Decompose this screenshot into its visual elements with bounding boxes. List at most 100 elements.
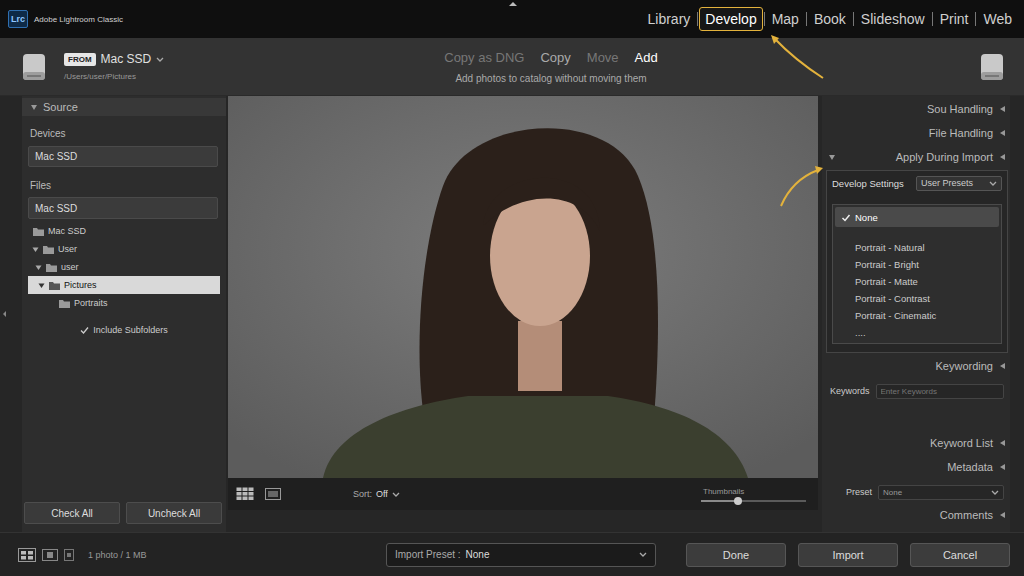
compare-view-icon[interactable] [64,549,74,561]
uncheck-all-button[interactable]: Uncheck All [126,502,222,524]
panel-section: Comments [822,502,1010,526]
preset-menu: None Portrait - Natural Portrait - Bright P… [832,204,1002,344]
collapse-left-icon[interactable] [2,310,7,318]
folder-row[interactable]: User [28,240,220,258]
check-all-button[interactable]: Check All [24,502,120,524]
collapse-triangle-icon[interactable] [999,153,1006,161]
preset-name: None [855,212,878,223]
section-header[interactable]: Keywording [822,355,1010,377]
expand-triangle-icon[interactable] [35,264,42,271]
thumbnail-label: Thumbnails [701,487,806,496]
device-item[interactable]: Mac SSD [28,146,218,167]
preset-name: Portrait - Contrast [855,293,930,304]
preset-option[interactable]: None [835,207,999,227]
preset-name: Portrait - Natural [855,242,925,253]
folder-row[interactable]: user [28,258,220,276]
sort-label: Sort: [353,489,372,499]
import-preset-dropdown[interactable]: Import Preset :None [386,543,656,567]
dropdown-value: User Presets [921,178,973,188]
section-header[interactable]: File Handling [822,122,1010,144]
section-header[interactable]: Metadata [822,456,1010,478]
preset-option[interactable]: .... [835,324,999,341]
section-title: Comments [940,509,993,521]
module-separator [764,12,765,26]
source-picker[interactable]: FROMMac SSD/Users/user/Pictures [64,52,364,81]
dropdown-caret-icon[interactable] [989,180,997,187]
preset-name: Portrait - Cinematic [855,310,936,321]
preset-name: .... [855,327,866,338]
sort-value[interactable]: Off [376,489,388,499]
sort-control[interactable]: Sort: Off [353,489,400,499]
develop-settings-dropdown[interactable]: User Presets [916,176,1002,191]
source-panel: SourceDevicesMac SSDFilesMac SSDMac SSDU… [22,96,226,532]
preview-area: Sort: Off Thumbnails [228,96,818,532]
preset-name: Portrait - Bright [855,259,919,270]
panel-title: Source [43,101,78,113]
collapse-triangle-icon[interactable] [999,362,1006,370]
done-button[interactable]: Done [686,543,786,567]
preset-option[interactable]: Portrait - Cinematic [835,307,999,324]
panel-section: MetadataPresetNone [822,454,1010,502]
section-header[interactable]: Keyword List [822,432,1010,454]
photo-preview[interactable] [228,96,818,478]
folder-row[interactable]: Pictures [28,276,220,294]
collapse-triangle-icon[interactable] [999,439,1006,447]
section-header[interactable]: Sou Handling [822,98,1010,120]
section-title: Apply During Import [896,151,993,163]
slider-thumb[interactable] [734,497,742,505]
collapse-top-icon[interactable] [508,1,518,7]
import-button[interactable]: Import [798,543,898,567]
collapse-triangle-icon[interactable] [999,129,1006,137]
dropdown-caret-icon[interactable] [991,489,999,496]
module-separator [975,12,976,26]
source-header[interactable]: Source [22,98,226,116]
metadata-preset-dropdown[interactable]: None [878,485,1004,500]
expand-triangle-icon[interactable] [38,282,45,289]
section-header[interactable]: Apply During Import [822,146,1010,168]
collapse-triangle-icon[interactable] [999,511,1006,519]
folder-row[interactable]: Portraits [28,294,220,312]
include-subfolders[interactable]: Include Subfolders [22,322,226,338]
module-separator [806,12,807,26]
source-name[interactable]: Mac SSD [101,52,152,66]
module-tab[interactable]: Map [766,7,805,31]
expand-triangle-icon[interactable] [30,103,38,111]
thumbnail-slider[interactable] [701,500,806,502]
keywords-field[interactable] [876,384,1004,399]
module-tab[interactable]: Slideshow [855,7,931,31]
collapse-triangle-icon[interactable] [999,463,1006,471]
preset-option[interactable]: Portrait - Contrast [835,290,999,307]
dropdown-caret-icon[interactable] [156,56,164,63]
import-mode-option[interactable]: Copy [540,50,570,65]
grid-view-icon[interactable] [236,487,254,501]
module-picker: LibraryDevelopMapBookSlideshowPrintWeb [642,7,1019,31]
expand-triangle-icon[interactable] [822,153,836,161]
module-tab[interactable]: Web [977,7,1018,31]
loupe-view-icon[interactable] [42,549,58,561]
dropdown-caret-icon[interactable] [639,551,647,558]
source-drive-icon[interactable] [20,52,48,82]
collapse-triangle-icon[interactable] [999,105,1006,113]
preset-option[interactable]: Portrait - Natural [835,239,999,256]
volume-item[interactable]: Mac SSD [28,197,218,219]
folder-name: Mac SSD [48,226,86,236]
module-tab[interactable]: Print [934,7,975,31]
grid-view-icon[interactable] [18,548,36,562]
checkbox-icon[interactable] [80,326,89,335]
expand-triangle-icon[interactable] [32,246,39,253]
annotation-arrows [0,0,1024,576]
loupe-view-icon[interactable] [265,488,281,500]
module-tab[interactable]: Library [642,7,697,31]
preview-toolbar: Sort: Off Thumbnails [228,478,818,510]
preset-option[interactable]: Portrait - Matte [835,273,999,290]
dropdown-caret-icon[interactable] [392,491,400,498]
destination-drive-icon[interactable] [978,52,1006,82]
folder-row[interactable]: Mac SSD [28,222,220,240]
section-header[interactable]: Comments [822,504,1010,526]
cancel-button[interactable]: Cancel [910,543,1010,567]
module-tab[interactable]: Develop [699,7,762,31]
import-mode-option[interactable]: Add [635,50,658,65]
module-tab[interactable]: Book [808,7,852,31]
preset-option[interactable]: Portrait - Bright [835,256,999,273]
section-title: File Handling [929,127,993,139]
